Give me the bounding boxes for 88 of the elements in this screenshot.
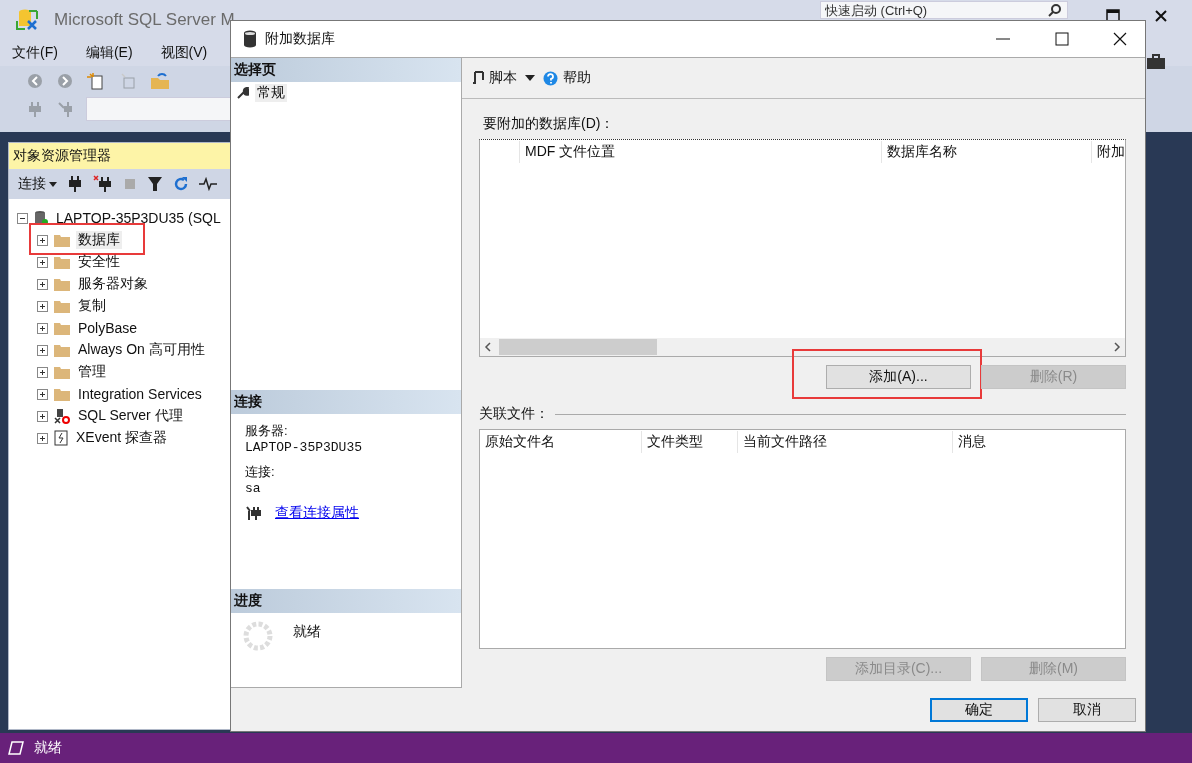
event-log-icon: [54, 430, 68, 446]
expand-toggle[interactable]: [37, 388, 48, 400]
expand-toggle[interactable]: [37, 234, 48, 246]
new-query-icon[interactable]: [86, 72, 106, 90]
toolbox-icon[interactable]: [1146, 54, 1166, 70]
help-icon: [543, 70, 558, 86]
connect-button[interactable]: 连接: [18, 175, 57, 193]
column-header[interactable]: 消息: [953, 431, 1125, 453]
tree-item[interactable]: 安全性: [76, 253, 122, 271]
spinner-icon: [243, 621, 273, 651]
tree-item[interactable]: PolyBase: [76, 320, 140, 336]
back-icon[interactable]: [26, 72, 44, 90]
activity-icon[interactable]: [199, 177, 217, 191]
tree-item[interactable]: 数据库: [76, 231, 122, 249]
tree-item[interactable]: Always On 高可用性: [76, 341, 207, 359]
wrench-icon: [237, 87, 249, 99]
refresh-icon[interactable]: [173, 176, 189, 192]
column-header[interactable]: 附加: [1092, 141, 1125, 163]
tree-item[interactable]: 管理: [76, 363, 108, 381]
dialog-title: 附加数据库: [265, 30, 335, 48]
dialog-button[interactable]: 确定: [930, 698, 1028, 722]
column-header[interactable]: 当前文件路径: [738, 431, 953, 453]
close-icon[interactable]: [1113, 32, 1127, 46]
folder-icon: [54, 321, 70, 335]
section-header: 进度: [231, 589, 461, 613]
forward-icon[interactable]: [56, 72, 74, 90]
quick-launch-field[interactable]: 快速启动 (Ctrl+Q): [820, 1, 1068, 19]
tree-item[interactable]: LAPTOP-35P3DU35 (SQL: [54, 210, 223, 226]
script-button[interactable]: 脚本: [472, 69, 517, 87]
app-logo-icon: [14, 7, 40, 33]
tree-item[interactable]: XEvent 探查器: [74, 429, 170, 447]
status-text: 就绪: [34, 739, 62, 757]
scroll-right-icon[interactable]: [1112, 342, 1122, 352]
dialog-button[interactable]: 添加(A)...: [826, 365, 971, 389]
expand-toggle[interactable]: [37, 278, 48, 290]
folder-icon: [54, 277, 70, 291]
tree-item[interactable]: 服务器对象: [76, 275, 150, 293]
database-server-icon: [34, 210, 48, 226]
filter-icon[interactable]: [147, 176, 163, 192]
expand-toggle[interactable]: [37, 432, 48, 444]
expand-toggle[interactable]: [37, 410, 48, 422]
menu-item[interactable]: 文件(F): [12, 44, 58, 62]
field-label: 服务器:: [245, 422, 289, 440]
status-icon: [8, 741, 24, 755]
open-folder-icon[interactable]: [150, 72, 170, 90]
tree-item[interactable]: 复制: [76, 297, 108, 315]
column-header[interactable]: 原始文件名: [480, 431, 642, 453]
collapse-toggle[interactable]: [17, 212, 28, 224]
folder-icon: [54, 299, 70, 313]
section-label: 关联文件：: [479, 405, 549, 423]
progress-status: 就绪: [293, 623, 321, 641]
caret-icon: [49, 181, 57, 187]
section-header: 选择页: [231, 58, 461, 82]
caret-icon[interactable]: [525, 75, 535, 81]
database-icon: [243, 30, 257, 48]
server-name: LAPTOP-35P3DU35: [245, 440, 364, 455]
folder-icon: [54, 387, 70, 401]
close-icon[interactable]: [1154, 9, 1168, 23]
expand-toggle[interactable]: [37, 322, 48, 334]
scroll-left-icon[interactable]: [483, 342, 493, 352]
connection-properties-link[interactable]: 查看连接属性: [275, 504, 359, 522]
menu-item[interactable]: 视图(V): [160, 44, 208, 62]
expand-toggle[interactable]: [37, 256, 48, 268]
agent-icon: [54, 408, 70, 424]
folder-icon: [54, 233, 70, 247]
menu-item[interactable]: 编辑(E): [85, 44, 133, 62]
tree-item[interactable]: Integration Services: [76, 386, 204, 402]
dialog-button[interactable]: 取消: [1038, 698, 1136, 722]
section-header: 连接: [231, 390, 461, 414]
login-name: sa: [245, 481, 262, 496]
column-header[interactable]: 数据库名称: [882, 141, 1092, 163]
disconnect-icon[interactable]: [93, 175, 113, 193]
tree-item[interactable]: SQL Server 代理: [76, 407, 185, 425]
plug-icon[interactable]: [67, 175, 83, 193]
section-label: 要附加的数据库(D)：: [483, 115, 616, 133]
expand-toggle[interactable]: [37, 344, 48, 356]
help-button[interactable]: 帮助: [543, 69, 591, 87]
folder-icon: [54, 255, 70, 269]
expand-toggle[interactable]: [37, 366, 48, 378]
folder-icon: [54, 343, 70, 357]
expand-toggle[interactable]: [37, 300, 48, 312]
script-icon: [472, 71, 484, 85]
field-label: 连接:: [245, 463, 276, 481]
page-item[interactable]: 常规: [255, 84, 287, 102]
column-header[interactable]: 文件类型: [642, 431, 738, 453]
horizontal-scrollbar[interactable]: [480, 338, 1125, 356]
folder-icon: [54, 365, 70, 379]
column-header[interactable]: MDF 文件位置: [520, 141, 882, 163]
